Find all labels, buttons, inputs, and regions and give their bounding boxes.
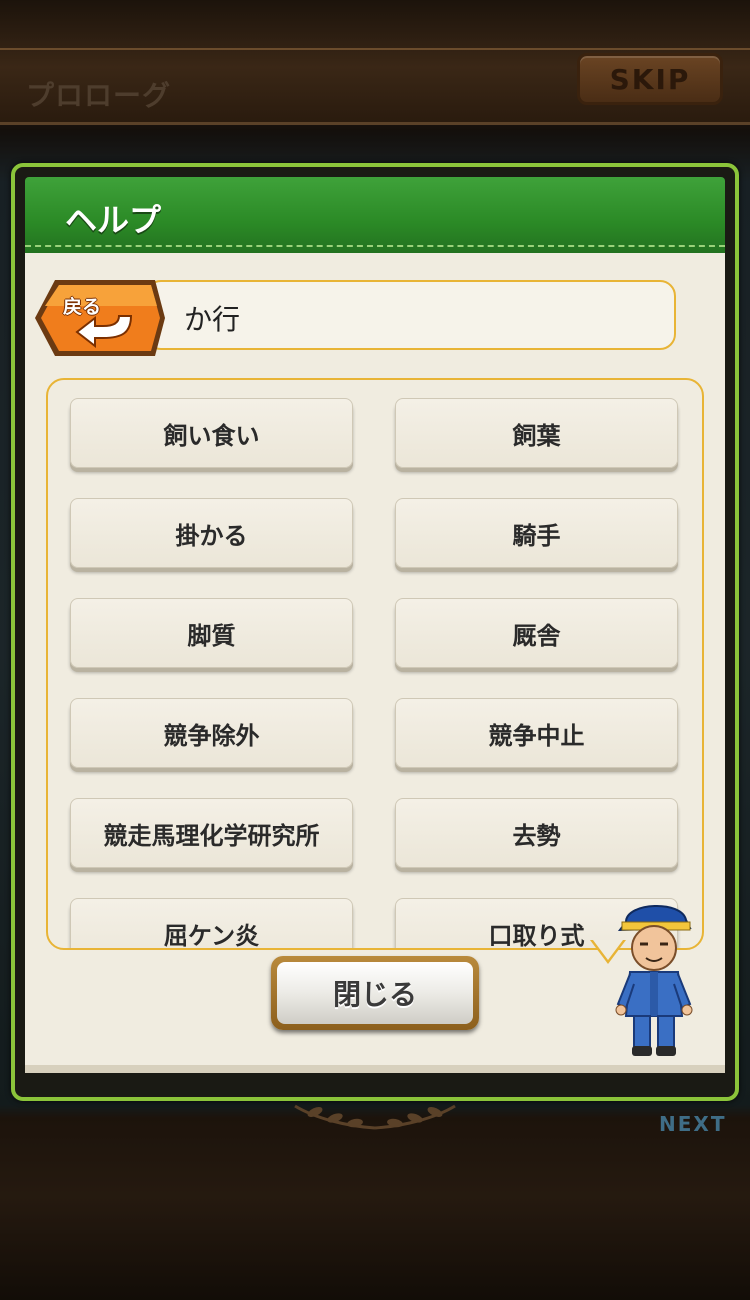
dialog-title: ヘルプ <box>65 201 162 239</box>
term-button[interactable]: 飼い食い <box>70 398 353 468</box>
term-button[interactable]: 脚質 <box>70 598 353 668</box>
term-button[interactable]: 厩舎 <box>395 598 678 668</box>
term-button[interactable]: 飼葉 <box>395 398 678 468</box>
term-list[interactable]: 飼い食い 飼葉 掛かる 騎手 脚質 厩舎 競争除外 競争中止 競走馬理化学研究所… <box>46 378 704 950</box>
next-button[interactable]: NEXT <box>659 1112 726 1136</box>
close-button[interactable]: 閉じる <box>271 956 479 1030</box>
top-bar-divider <box>0 48 750 50</box>
laurel-ornament <box>294 1104 456 1130</box>
dialog-header: ヘルプ <box>25 177 725 253</box>
back-button-label: 戻る <box>63 296 102 318</box>
term-button[interactable]: 去勢 <box>395 798 678 868</box>
guide-character-icon <box>615 905 693 1056</box>
back-button[interactable]: 戻る <box>33 276 168 360</box>
term-button[interactable]: 屈ケン炎 <box>70 898 353 948</box>
term-button[interactable]: 競走馬理化学研究所 <box>70 798 353 868</box>
skip-button[interactable]: SKIP <box>577 53 723 105</box>
category-label: か行 <box>184 303 241 336</box>
term-button[interactable]: 競争中止 <box>395 698 678 768</box>
term-button[interactable]: 競争除外 <box>70 698 353 768</box>
term-button[interactable]: 掛かる <box>70 498 353 568</box>
chapter-title: プロローグ <box>26 79 172 112</box>
term-button[interactable]: 騎手 <box>395 498 678 568</box>
top-bar: プロローグ SKIP <box>0 0 750 125</box>
close-button-label: 閉じる <box>277 962 473 1024</box>
